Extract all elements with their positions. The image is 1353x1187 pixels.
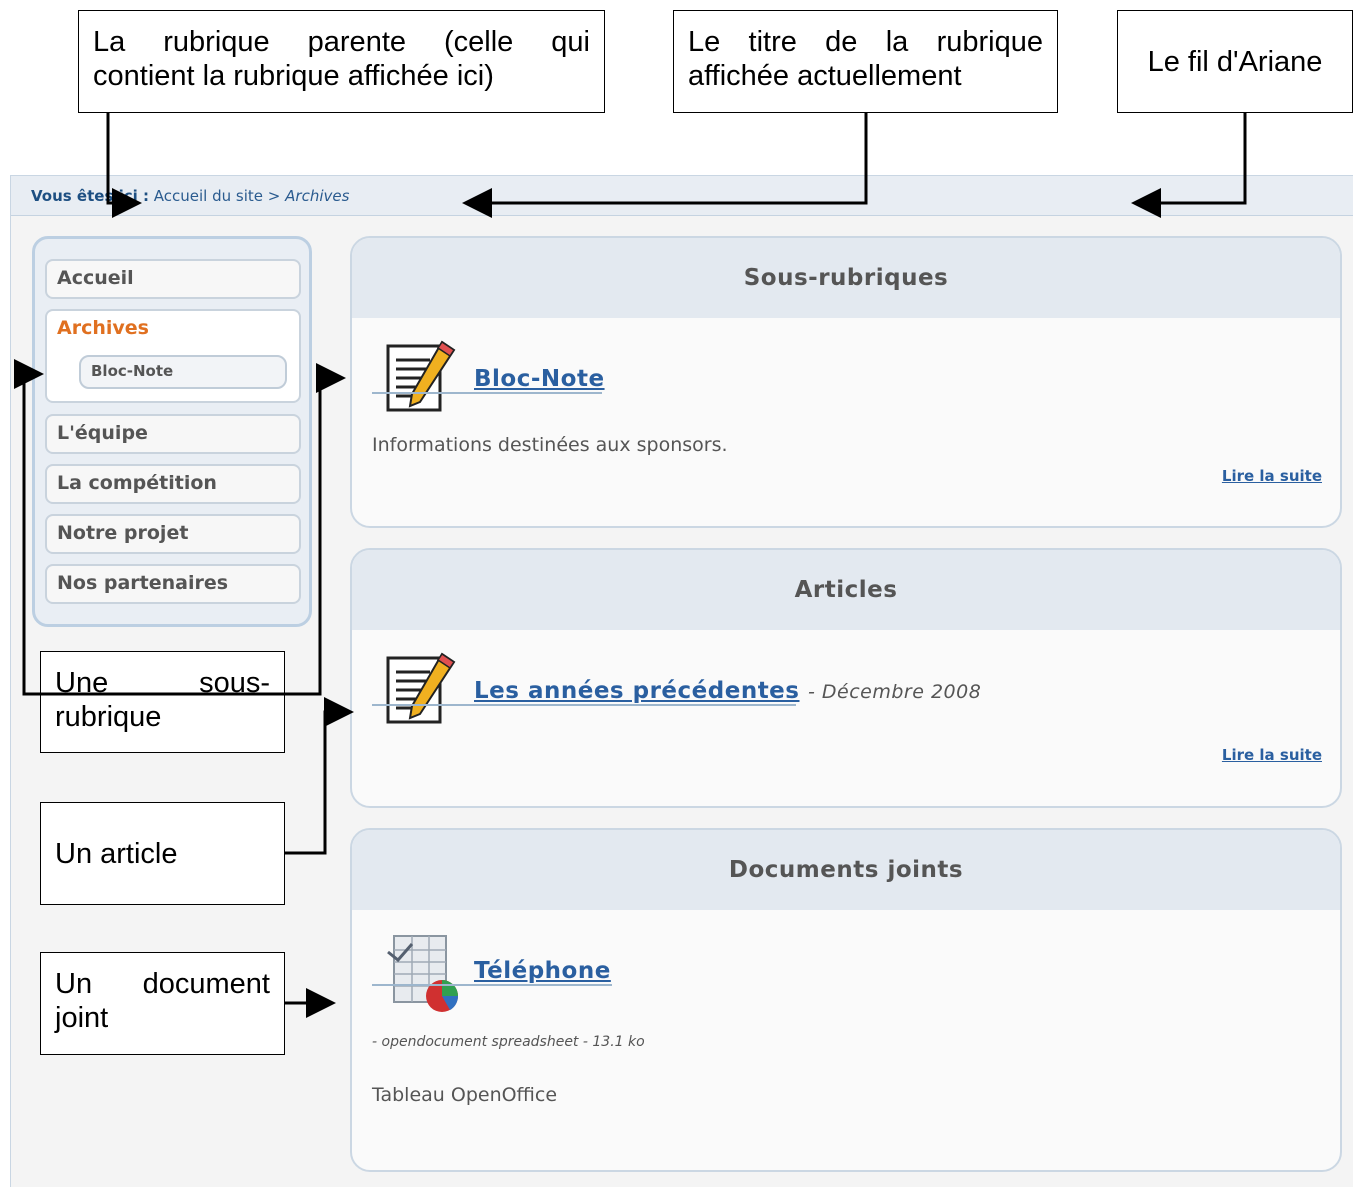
arrow-breadcrumb [1131,113,1247,218]
arrow-subsection-left [14,359,285,696]
arrow-subsection-right [285,363,346,696]
arrow-title [462,113,868,218]
arrow-parent [106,113,142,218]
annotation-arrows [14,113,1247,1018]
arrow-article [285,697,354,855]
